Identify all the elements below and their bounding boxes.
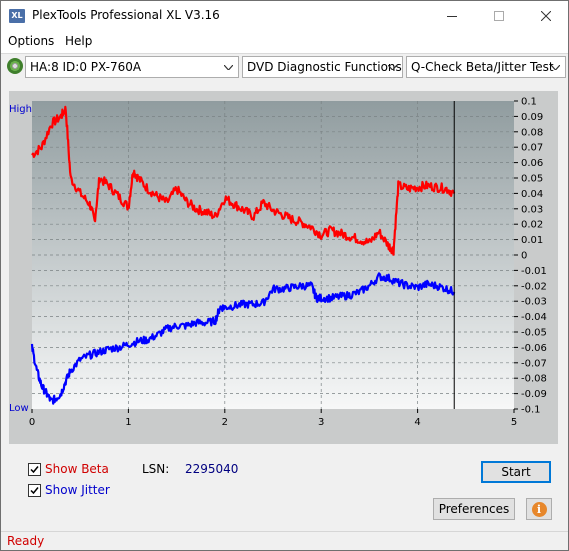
y-tick-label: 0.03 — [521, 204, 543, 215]
test-select[interactable]: Q-Check Beta/Jitter Test — [406, 56, 566, 78]
minimize-icon — [447, 16, 457, 17]
y-tick-label: 0.1 — [521, 97, 537, 108]
menu-bar: Options Help — [1, 31, 568, 53]
y-tick-label: -0.02 — [521, 281, 547, 292]
app-logo-icon: XL — [9, 9, 25, 23]
x-tick-label: 0 — [29, 417, 35, 428]
title-bar[interactable]: XL PlexTools Professional XL V3.16 — [1, 1, 568, 31]
show-beta-label[interactable]: Show Beta — [45, 462, 109, 476]
y-tick-label: 0.08 — [521, 127, 543, 138]
checkmark-icon — [30, 466, 39, 474]
test-select-value: Q-Check Beta/Jitter Test — [411, 60, 554, 74]
menu-options-label: Options — [8, 34, 55, 48]
menu-help[interactable]: Help — [65, 34, 92, 48]
y-tick-label: -0.08 — [521, 374, 547, 385]
show-jitter-label[interactable]: Show Jitter — [45, 483, 110, 497]
y-tick-label: -0.1 — [521, 405, 541, 416]
chevron-down-icon — [549, 57, 561, 77]
toolbar: HA:8 ID:0 PX-760A DVD Diagnostic Functio… — [1, 54, 568, 79]
chevron-down-icon — [222, 57, 234, 77]
function-select[interactable]: DVD Diagnostic Functions — [242, 56, 403, 78]
y-tick-label: -0.04 — [521, 312, 547, 323]
menu-options[interactable]: Options — [8, 34, 54, 48]
x-tick-label: 3 — [318, 417, 324, 428]
start-button[interactable]: Start — [481, 461, 551, 483]
disc-drive-icon — [7, 58, 23, 74]
status-text: Ready — [7, 534, 45, 548]
status-bar: Ready — [1, 531, 568, 550]
lsn-value: 2295040 — [185, 462, 239, 476]
y-tick-label: -0.03 — [521, 297, 547, 308]
right-axis-ticks: 0.1 0.09 0.08 0.07 0.06 0.05 0.04 0.03 0.02 0.01 0… — [514, 97, 547, 416]
y-tick-label: -0.09 — [521, 389, 547, 400]
y-tick-label: 0.04 — [521, 189, 543, 200]
info-button[interactable]: i — [526, 498, 552, 520]
y-tick-label: 0 — [521, 251, 527, 262]
menu-help-label: Help — [65, 34, 93, 48]
window-title: PlexTools Professional XL V3.16 — [32, 8, 220, 22]
beta-jitter-chart: 012345 0.10.090.080.070.060.050.040.030.… — [9, 97, 547, 429]
show-jitter-checkbox[interactable] — [28, 484, 41, 497]
info-icon: i — [531, 501, 547, 517]
y-tick-label: -0.05 — [521, 328, 547, 339]
y-tick-label: 0.01 — [521, 235, 543, 246]
lsn-label: LSN: — [142, 462, 170, 476]
y-tick-label: 0.09 — [521, 112, 543, 123]
show-beta-checkbox[interactable] — [28, 463, 41, 476]
y-tick-label: 0.05 — [521, 174, 543, 185]
y-tick-label: 0.02 — [521, 220, 543, 231]
close-icon — [541, 11, 551, 21]
checkmark-icon — [30, 487, 39, 495]
drive-select-value: HA:8 ID:0 PX-760A — [30, 60, 142, 74]
function-select-value: DVD Diagnostic Functions — [247, 60, 402, 74]
maximize-icon — [494, 11, 504, 21]
drive-select[interactable]: HA:8 ID:0 PX-760A — [25, 56, 239, 78]
x-axis-ticks: 0 1 2 3 4 5 — [29, 409, 517, 428]
minimize-button[interactable] — [430, 1, 474, 31]
close-button[interactable] — [524, 1, 568, 31]
left-axis-low-label: Low — [9, 403, 29, 414]
y-tick-label: 0.07 — [521, 143, 543, 154]
controls-area: Show Beta Show Jitter LSN: 2295040 Start… — [1, 453, 568, 531]
app-window: XL PlexTools Professional XL V3.16 Optio… — [0, 0, 569, 551]
x-tick-label: 2 — [222, 417, 228, 428]
y-tick-label: -0.01 — [521, 266, 547, 277]
maximize-button[interactable] — [477, 1, 521, 31]
left-axis-high-label: High — [9, 104, 32, 115]
x-tick-label: 5 — [511, 417, 517, 428]
y-tick-label: -0.06 — [521, 343, 547, 354]
y-tick-label: -0.07 — [521, 358, 547, 369]
chevron-down-icon — [386, 57, 398, 77]
y-tick-label: 0.06 — [521, 158, 543, 169]
x-tick-label: 1 — [125, 417, 131, 428]
preferences-button[interactable]: Preferences — [433, 498, 515, 520]
chart-panel: 012345 0.1 0.09 0.08 0.07 0.06 0.05 0.04 0.03 0.… — [9, 91, 558, 444]
grid-lines — [32, 101, 514, 409]
x-tick-label: 4 — [414, 417, 420, 428]
